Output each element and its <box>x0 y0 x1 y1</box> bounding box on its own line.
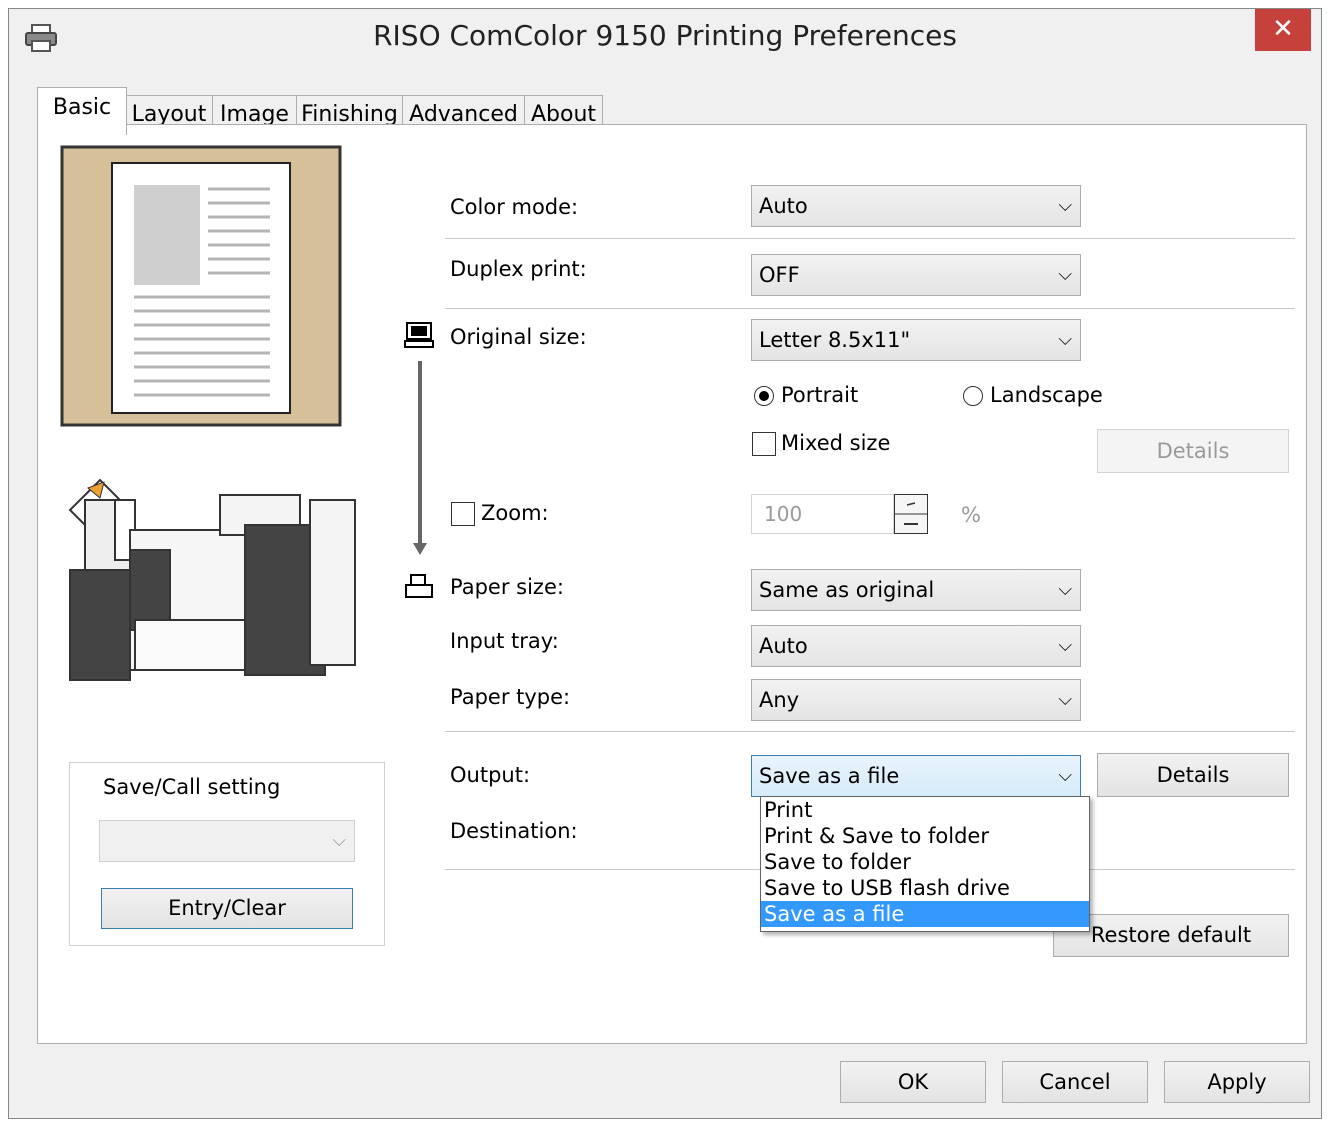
chevron-down-icon: ⌵ <box>332 830 346 851</box>
output-option-save-file[interactable]: Save as a file <box>761 901 1089 927</box>
paper-size-label: Paper size: <box>450 575 564 599</box>
title-bar: RISO ComColor 9150 Printing Preferences … <box>9 9 1321 69</box>
paper-size-value: Same as original <box>759 578 935 602</box>
basic-panel: Color mode: Auto ⌵ Duplex print: OFF ⌵ O… <box>37 124 1307 1044</box>
tab-basic[interactable]: Basic <box>37 87 127 135</box>
input-tray-label: Input tray: <box>450 629 559 653</box>
paper-type-label: Paper type: <box>450 685 571 709</box>
chevron-down-icon: ⌵ <box>1058 195 1072 216</box>
output-details-button[interactable]: Details <box>1097 753 1289 797</box>
output-option-save-usb[interactable]: Save to USB flash drive <box>761 875 1089 901</box>
printer-illustration <box>68 478 356 681</box>
zoom-unit: % <box>961 503 981 527</box>
zoom-input[interactable]: 100 <box>751 494 894 534</box>
divider <box>445 731 1295 732</box>
paper-size-dropdown[interactable]: Same as original ⌵ <box>751 569 1081 611</box>
input-tray-value: Auto <box>759 634 808 658</box>
duplex-value: OFF <box>759 263 800 287</box>
original-size-label: Original size: <box>450 325 587 349</box>
output-dropdown[interactable]: Save as a file ⌵ <box>751 755 1081 797</box>
duplex-label: Duplex print: <box>450 257 587 281</box>
destination-label: Destination: <box>450 819 578 843</box>
divider <box>445 308 1295 309</box>
mixed-size-checkbox[interactable] <box>752 432 776 456</box>
color-mode-value: Auto <box>759 194 808 218</box>
zoom-spinner[interactable] <box>894 494 928 534</box>
original-details-button[interactable]: Details <box>1097 429 1289 473</box>
window-title: RISO ComColor 9150 Printing Preferences <box>373 19 957 52</box>
landscape-label: Landscape <box>990 383 1103 407</box>
zoom-checkbox[interactable] <box>451 502 475 526</box>
dialog-window: RISO ComColor 9150 Printing Preferences … <box>8 8 1322 1119</box>
mixed-size-label: Mixed size <box>781 431 891 455</box>
original-size-dropdown[interactable]: Letter 8.5x11" ⌵ <box>751 319 1081 361</box>
duplex-dropdown[interactable]: OFF ⌵ <box>751 254 1081 296</box>
spin-arrows-icon <box>895 502 927 525</box>
color-mode-dropdown[interactable]: Auto ⌵ <box>751 185 1081 227</box>
chevron-down-icon: ⌵ <box>1058 579 1072 600</box>
size-arrow <box>404 322 434 598</box>
save-call-dropdown[interactable]: ⌵ <box>99 820 355 862</box>
output-option-save-folder[interactable]: Save to folder <box>761 849 1089 875</box>
save-call-title: Save/Call setting <box>103 775 281 799</box>
ok-button[interactable]: OK <box>840 1061 986 1103</box>
chevron-down-icon: ⌵ <box>1058 264 1072 285</box>
apply-button[interactable]: Apply <box>1164 1061 1310 1103</box>
cancel-button[interactable]: Cancel <box>1002 1061 1148 1103</box>
color-mode-label: Color mode: <box>450 195 579 219</box>
close-button[interactable]: ✕ <box>1255 9 1311 51</box>
output-label: Output: <box>450 763 531 787</box>
portrait-radio[interactable] <box>754 386 774 406</box>
landscape-radio[interactable] <box>963 386 983 406</box>
chevron-down-icon: ⌵ <box>1058 329 1072 350</box>
entry-clear-button[interactable]: Entry/Clear <box>101 888 353 929</box>
output-option-print-save-folder[interactable]: Print & Save to folder <box>761 823 1089 849</box>
chevron-down-icon: ⌵ <box>1058 635 1072 656</box>
paper-type-value: Any <box>759 688 800 712</box>
page-preview <box>60 145 342 427</box>
chevron-down-icon: ⌵ <box>1058 765 1072 786</box>
divider <box>445 238 1295 239</box>
output-value: Save as a file <box>759 764 900 788</box>
paper-type-dropdown[interactable]: Any ⌵ <box>751 679 1081 721</box>
input-tray-dropdown[interactable]: Auto ⌵ <box>751 625 1081 667</box>
chevron-down-icon: ⌵ <box>1058 689 1072 710</box>
portrait-label: Portrait <box>781 383 859 407</box>
output-option-print[interactable]: Print <box>761 797 1089 823</box>
zoom-label: Zoom: <box>481 501 549 525</box>
output-options-list: Print Print & Save to folder Save to fol… <box>760 796 1090 932</box>
save-call-group: Save/Call setting ⌵ Entry/Clear <box>69 762 385 946</box>
original-size-value: Letter 8.5x11" <box>759 328 911 352</box>
